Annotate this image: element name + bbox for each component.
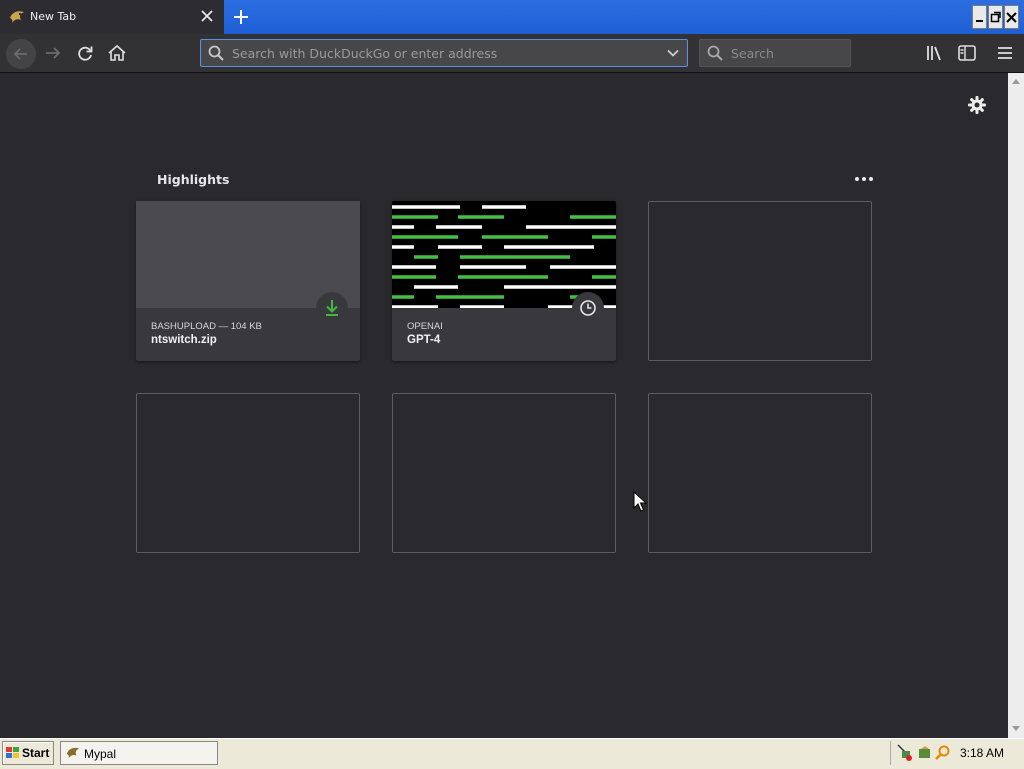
taskbar-item-label: Mypal — [84, 747, 117, 761]
back-button[interactable] — [6, 39, 36, 69]
home-icon[interactable] — [105, 42, 129, 64]
search-icon — [707, 45, 723, 61]
history-clock-icon — [580, 300, 596, 316]
antivirus-tray-icon[interactable] — [916, 744, 934, 762]
new-tab-icon[interactable] — [230, 6, 252, 28]
windows-logo-icon — [6, 747, 19, 758]
start-label: Start — [22, 746, 50, 760]
url-input[interactable] — [232, 45, 652, 61]
card-title: ntswitch.zip — [151, 334, 217, 346]
download-badge — [316, 292, 348, 324]
card-host: BASHUPLOAD — 104 KB — [151, 321, 262, 332]
library-icon[interactable] — [924, 43, 946, 63]
tab-close-icon[interactable] — [198, 7, 216, 25]
hamburger-menu-icon[interactable] — [995, 43, 1015, 63]
network-tray-icon[interactable] — [896, 743, 914, 763]
mypal-favicon-icon — [10, 11, 24, 23]
mouse-cursor-icon — [633, 491, 647, 512]
window-close-button[interactable] — [1004, 5, 1019, 29]
card-title: GPT-4 — [407, 334, 441, 346]
highlights-heading: Highlights — [157, 172, 230, 187]
search-input[interactable] — [731, 45, 841, 61]
scroll-up-icon[interactable] — [1011, 77, 1021, 85]
mypal-app-icon — [66, 747, 80, 759]
empty-highlight-slot — [136, 393, 360, 553]
empty-highlight-slot — [648, 201, 872, 361]
search-icon — [208, 45, 224, 61]
tab-title: New Tab — [30, 10, 77, 23]
more-options-icon[interactable] — [852, 171, 876, 187]
highlight-card[interactable]: BASHUPLOAD — 104 KB ntswitch.zip — [136, 201, 360, 361]
empty-highlight-slot — [392, 393, 616, 553]
vertical-scrollbar[interactable] — [1008, 73, 1024, 738]
forward-icon[interactable] — [41, 42, 65, 64]
scroll-down-icon[interactable] — [1011, 725, 1021, 733]
history-badge — [572, 292, 604, 324]
sidebar-icon[interactable] — [956, 43, 978, 63]
window-minimize-button[interactable] — [972, 5, 987, 29]
empty-highlight-slot — [648, 393, 872, 553]
chevron-down-icon[interactable] — [664, 44, 682, 62]
gear-icon[interactable] — [966, 94, 988, 116]
reload-icon[interactable] — [73, 42, 97, 64]
highlight-card[interactable]: OPENAI GPT-4 — [392, 201, 616, 361]
clock: 3:18 AM — [960, 746, 1005, 760]
search-tray-icon[interactable] — [934, 744, 952, 762]
download-icon — [326, 300, 338, 316]
window-restore-button[interactable] — [988, 5, 1003, 29]
card-host: OPENAI — [407, 321, 443, 332]
